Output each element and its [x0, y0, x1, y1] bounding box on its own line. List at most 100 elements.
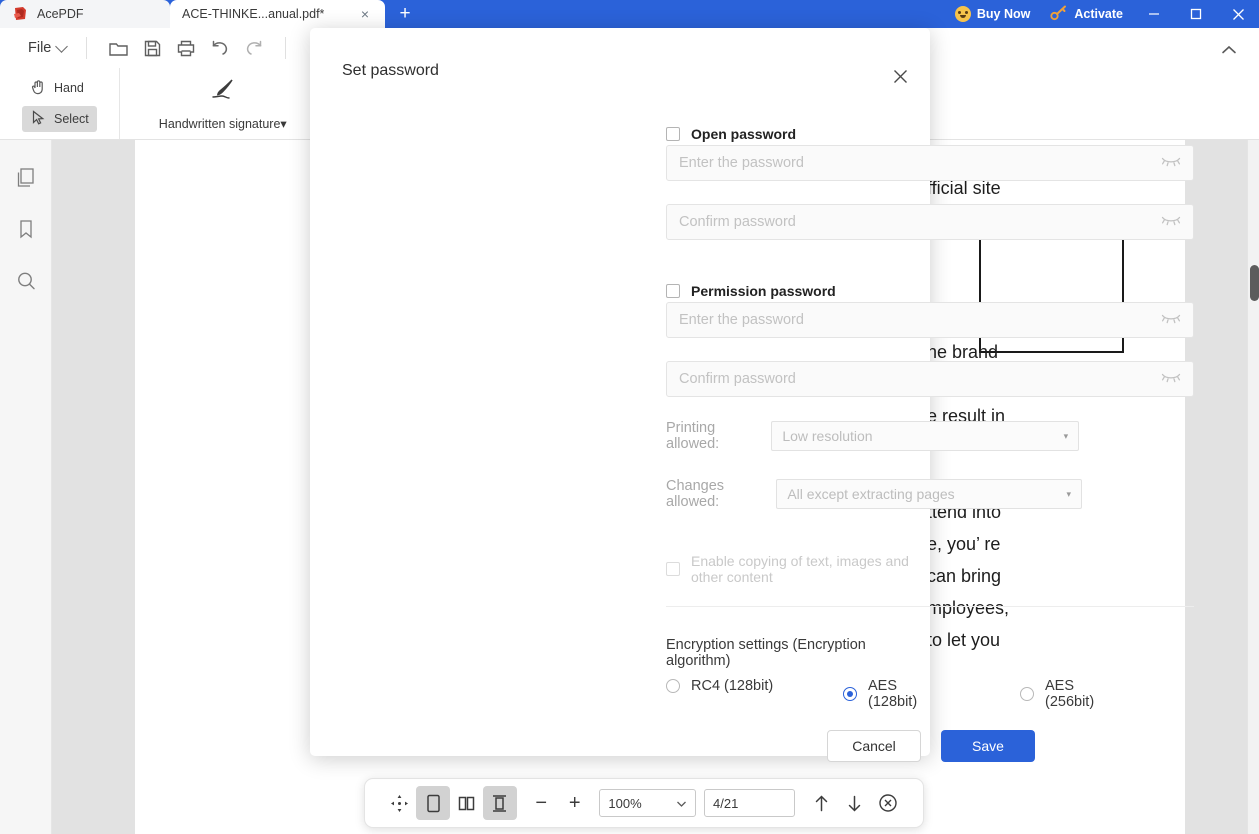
acepdf-logo-icon: [12, 5, 30, 23]
bookmark-icon[interactable]: [13, 216, 39, 242]
hand-tool[interactable]: Hand: [22, 75, 97, 101]
page-text-line: mployees,: [927, 598, 1010, 618]
radio-icon[interactable]: [843, 687, 857, 701]
eye-closed-icon[interactable]: [1161, 213, 1181, 231]
cursor-icon: [30, 109, 47, 129]
scrollbar-thumb[interactable]: [1250, 265, 1259, 301]
perm-password-placeholder: Enter the password: [679, 312, 804, 328]
eye-closed-icon[interactable]: [1161, 154, 1181, 172]
page-text-line: fficial site: [927, 178, 1001, 198]
chevron-down-icon: [676, 796, 687, 811]
search-icon[interactable]: [13, 268, 39, 294]
radio-rc4-128-label: RC4 (128bit): [691, 678, 774, 694]
dialog-title: Set password: [342, 62, 439, 79]
radio-rc4-128[interactable]: RC4 (128bit): [666, 678, 773, 694]
save-icon[interactable]: [135, 33, 169, 63]
permission-password-input[interactable]: Enter the password: [666, 302, 1194, 338]
file-menu-button[interactable]: File: [22, 36, 72, 60]
open-password-checkbox-row[interactable]: Open password: [666, 126, 796, 142]
radio-aes-128-label: AES (128bit): [868, 678, 918, 710]
undo-icon[interactable]: [203, 33, 237, 63]
permission-password-label: Permission password: [691, 283, 836, 299]
checkbox-icon[interactable]: [666, 127, 680, 141]
window-controls: [1133, 0, 1259, 28]
buy-now-label: Buy Now: [976, 7, 1031, 21]
money-face-icon: [954, 6, 971, 22]
printing-allowed-row: Printing allowed: Low resolution ▾: [666, 420, 1080, 452]
next-page-button[interactable]: [838, 786, 871, 820]
signature-group: Handwritten signature▾: [120, 68, 327, 139]
enable-copying-label: Enable copying of text, images and other…: [691, 553, 909, 585]
radio-icon[interactable]: [666, 679, 680, 693]
zoom-in-button[interactable]: +: [558, 786, 591, 820]
activate-button[interactable]: Activate: [1040, 0, 1133, 28]
radio-icon[interactable]: [1020, 687, 1034, 701]
handwritten-signature-button[interactable]: Handwritten signature▾: [148, 68, 298, 139]
eye-closed-icon[interactable]: [1161, 370, 1181, 388]
buy-now-button[interactable]: Buy Now: [945, 0, 1040, 28]
collapse-ribbon-button[interactable]: [1217, 38, 1241, 62]
page-number-input[interactable]: 4/21: [704, 789, 795, 817]
enable-copying-checkbox-row[interactable]: Enable copying of text, images and other…: [666, 553, 930, 585]
eye-closed-icon[interactable]: [1161, 311, 1181, 329]
close-icon[interactable]: ×: [357, 6, 373, 22]
radio-aes-128[interactable]: AES (128bit): [843, 678, 930, 710]
open-password-input[interactable]: Enter the password: [666, 145, 1194, 181]
zoom-level-select[interactable]: 100%: [599, 789, 697, 817]
previous-page-button[interactable]: [805, 786, 838, 820]
permission-password-checkbox-row[interactable]: Permission password: [666, 283, 836, 299]
close-icon[interactable]: [886, 62, 914, 90]
changes-allowed-select[interactable]: All except extracting pages ▾: [776, 479, 1083, 509]
changes-allowed-label: Changes allowed:: [666, 478, 725, 510]
bottom-toolbar: − + 100% 4/21: [364, 778, 924, 828]
pages-thumbnail-icon[interactable]: [13, 164, 39, 190]
open-folder-icon[interactable]: [101, 33, 135, 63]
cancel-button[interactable]: Cancel: [827, 730, 921, 762]
key-icon: [1050, 5, 1068, 24]
chevron-down-icon: [55, 39, 69, 53]
pan-icon[interactable]: [383, 786, 416, 820]
page-text-line: can bring: [927, 566, 1002, 586]
window-close-button[interactable]: [1217, 0, 1259, 28]
select-tool[interactable]: Select: [22, 106, 97, 132]
vertical-scrollbar[interactable]: [1247, 140, 1259, 834]
zoom-level-value: 100%: [608, 795, 642, 811]
minimize-button[interactable]: [1133, 0, 1175, 28]
hand-tool-label: Hand: [54, 81, 84, 95]
close-toolbar-button[interactable]: [872, 786, 905, 820]
activate-label: Activate: [1074, 7, 1123, 21]
print-icon[interactable]: [169, 33, 203, 63]
title-bar: AcePDF ACE-THINKE...anual.pdf* × + Buy N…: [0, 0, 1259, 28]
printing-allowed-select[interactable]: Low resolution ▾: [771, 421, 1080, 451]
file-menu-label: File: [28, 40, 52, 56]
page-number-value: 4/21: [713, 795, 739, 811]
radio-aes-256[interactable]: AES (256bit): [1020, 678, 1094, 710]
new-tab-button[interactable]: +: [385, 0, 425, 28]
title-bar-right: Buy Now Activate: [945, 0, 1259, 28]
document-tab[interactable]: ACE-THINKE...anual.pdf* ×: [170, 0, 385, 28]
open-password-label: Open password: [691, 126, 797, 142]
permission-password-confirm-input[interactable]: Confirm password: [666, 361, 1194, 397]
maximize-button[interactable]: [1175, 0, 1217, 28]
hand-icon: [30, 78, 47, 98]
fit-width-icon[interactable]: [483, 786, 517, 820]
checkbox-icon[interactable]: [666, 562, 680, 576]
set-password-dialog: Set password Open password Enter the pas…: [310, 28, 1194, 762]
radio-aes-256-label: AES (256bit): [1045, 678, 1095, 710]
caret-down-icon: ▾: [1066, 488, 1072, 499]
save-button[interactable]: Save: [941, 730, 1035, 762]
document-tab-label: ACE-THINKE...anual.pdf*: [182, 7, 325, 21]
single-page-icon[interactable]: [416, 786, 450, 820]
checkbox-icon[interactable]: [666, 284, 680, 298]
redo-icon[interactable]: [237, 33, 271, 63]
perm-confirm-placeholder: Confirm password: [679, 371, 796, 387]
open-password-confirm-input[interactable]: Confirm password: [666, 204, 1194, 240]
page-text-line: to let you: [927, 630, 1001, 650]
app-tab[interactable]: AcePDF: [0, 0, 170, 28]
app-tab-label: AcePDF: [37, 7, 84, 21]
encryption-settings-title: Encryption settings (Encryption algorith…: [666, 637, 866, 669]
left-rail: [0, 140, 52, 834]
two-page-icon[interactable]: [450, 786, 483, 820]
select-tools-group: Hand Select: [0, 68, 120, 139]
zoom-out-button[interactable]: −: [525, 786, 558, 820]
